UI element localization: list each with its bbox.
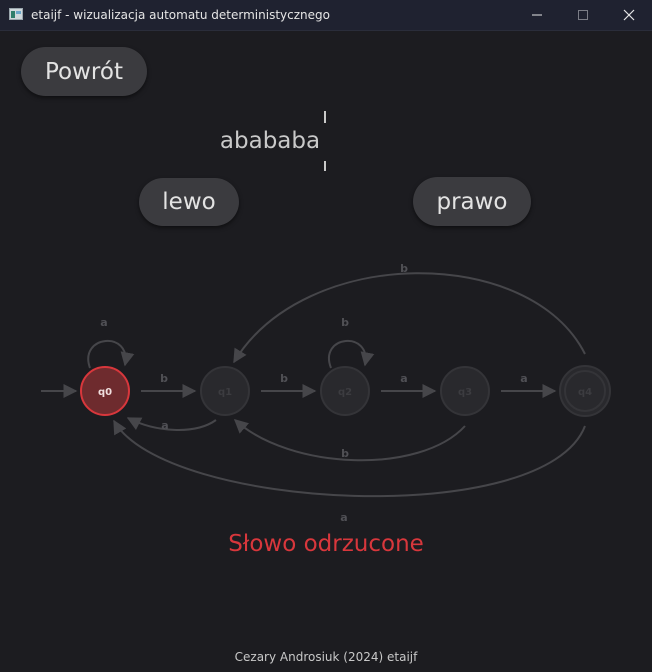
- transition-label: a: [161, 419, 168, 432]
- app-icon: [9, 8, 23, 20]
- window-title: etaijf - wizualizacja automatu determini…: [31, 8, 330, 22]
- transition-label: b: [280, 372, 288, 385]
- state-label: q1: [218, 387, 232, 398]
- transition-label: b: [400, 262, 408, 275]
- transition-label: a: [400, 372, 407, 385]
- transition-q4-q1: [233, 272, 586, 364]
- maximize-icon: [578, 10, 588, 20]
- state-label: q4: [578, 387, 592, 398]
- transition-q3-q1: [233, 419, 466, 462]
- close-icon: [623, 9, 635, 21]
- automaton-diagram: a b b a b a a b b a q0 q1 q2 q3 q4: [41, 262, 611, 524]
- transition-q1-q0: [126, 417, 217, 431]
- step-left-button[interactable]: lewo: [139, 178, 239, 226]
- minimize-icon: [532, 14, 542, 16]
- state-q2: q2: [320, 366, 370, 416]
- state-label: q2: [338, 387, 352, 398]
- tape-cursor: [324, 111, 326, 171]
- transition-label: a: [520, 372, 527, 385]
- result-status: Słowo odrzucone: [228, 531, 424, 557]
- transition-q4-q0: [113, 419, 586, 498]
- title-bar: etaijf - wizualizacja automatu determini…: [0, 0, 652, 31]
- state-q1: q1: [200, 366, 250, 416]
- footer-credits: Cezary Androsiuk (2024) etaijf: [234, 650, 418, 664]
- transition-q0-q0: [87, 340, 135, 369]
- state-label: q0: [98, 387, 112, 398]
- step-right-button[interactable]: prawo: [413, 177, 531, 226]
- close-button[interactable]: [606, 0, 652, 30]
- transition-q2-q2: [328, 340, 375, 369]
- transition-label: b: [160, 372, 168, 385]
- transition-label: a: [100, 316, 107, 329]
- state-q4: q4: [559, 365, 611, 417]
- minimize-button[interactable]: [514, 0, 560, 30]
- maximize-button[interactable]: [560, 0, 606, 30]
- transition-label: b: [341, 316, 349, 329]
- state-label: q3: [458, 387, 472, 398]
- transition-label: b: [341, 447, 349, 460]
- transition-label: a: [340, 511, 347, 524]
- back-button[interactable]: Powrót: [21, 47, 147, 96]
- input-word: abababa: [219, 128, 321, 154]
- state-q3: q3: [440, 366, 490, 416]
- state-q0: q0: [80, 366, 130, 416]
